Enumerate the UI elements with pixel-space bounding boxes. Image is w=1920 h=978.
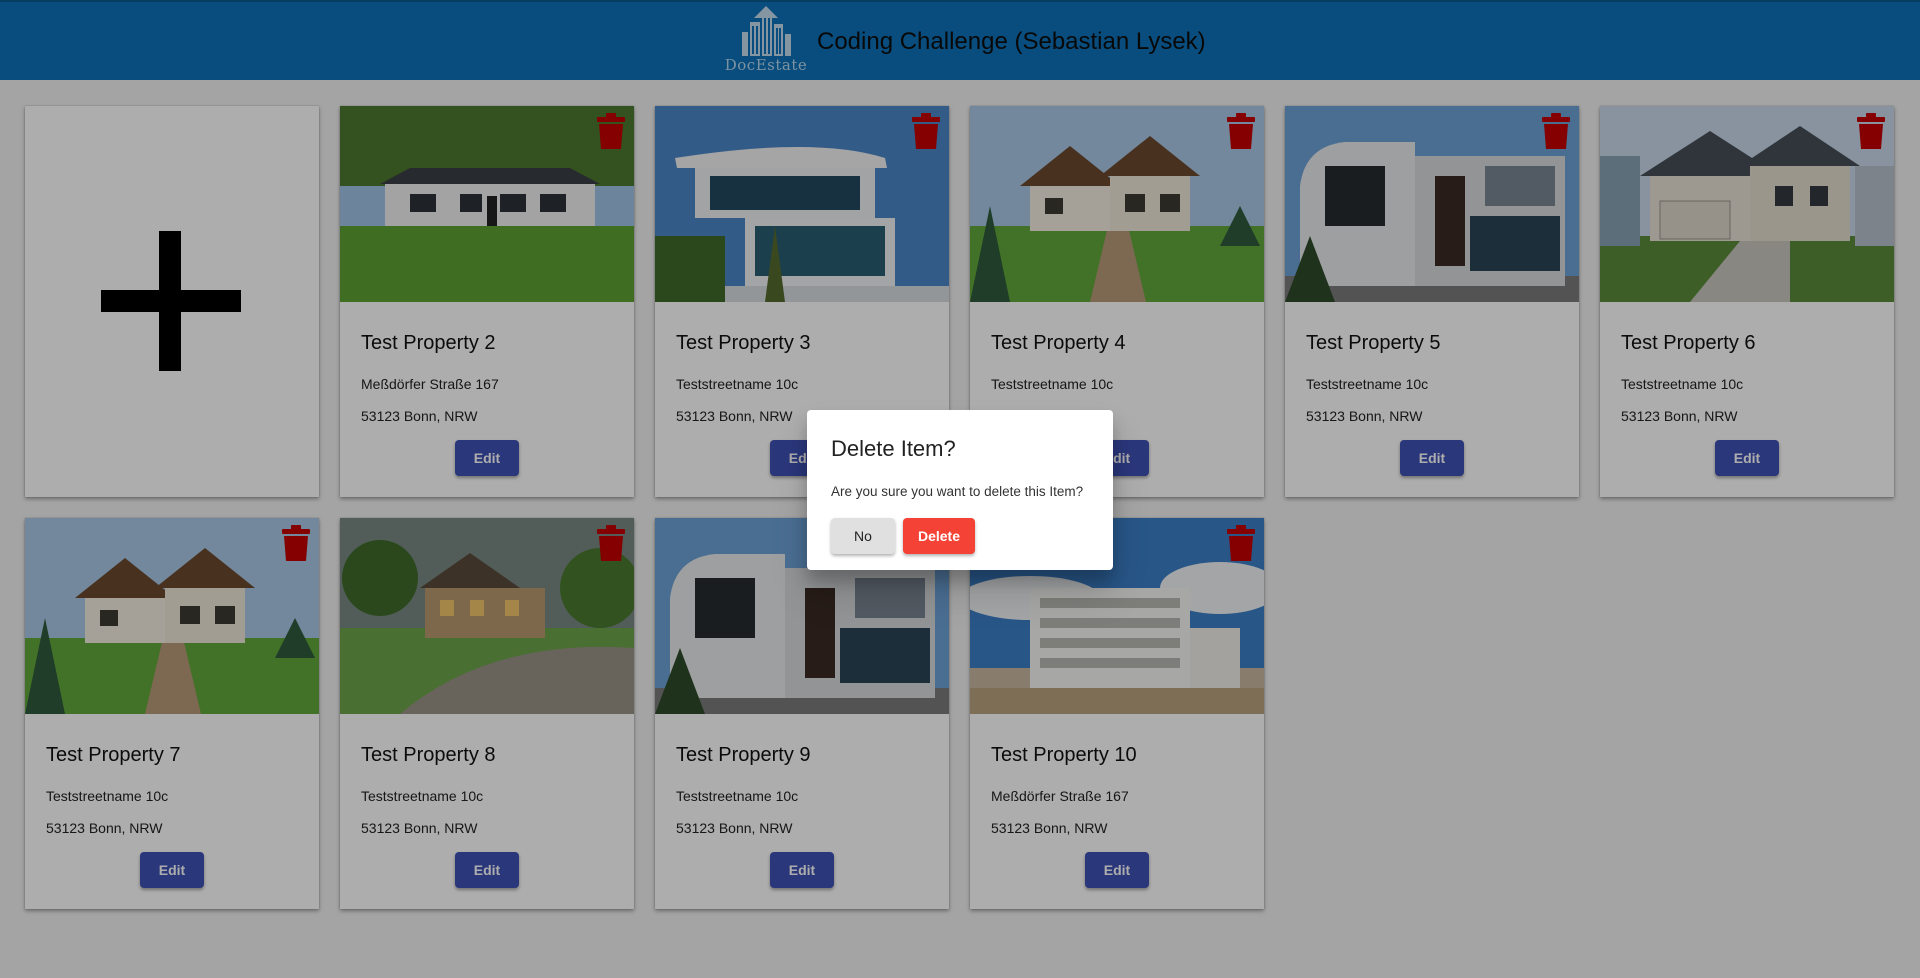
delete-button[interactable]: Delete: [903, 518, 975, 554]
dialog-title: Delete Item?: [831, 436, 956, 461]
dialog-message: Are you sure you want to delete this Ite…: [831, 484, 1084, 499]
no-button[interactable]: No: [831, 518, 895, 554]
delete-confirm-dialog: Delete Item? Are you sure you want to de…: [807, 410, 1113, 570]
